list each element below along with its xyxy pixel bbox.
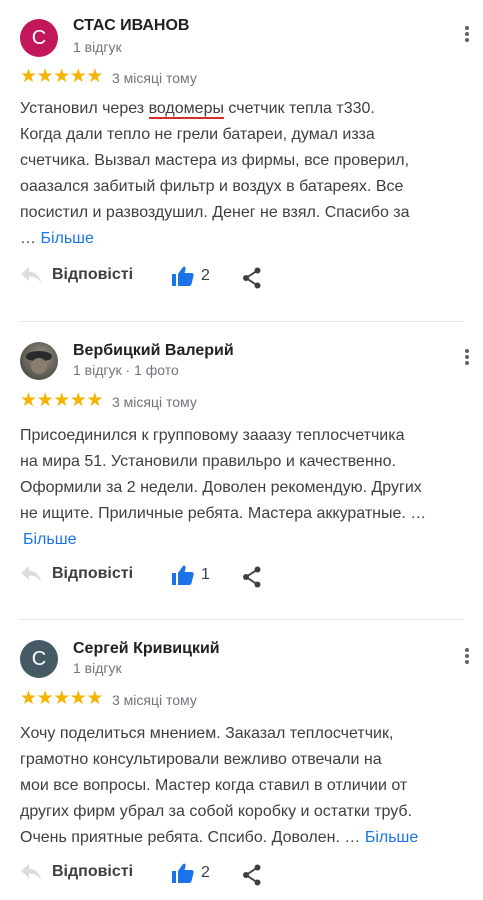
star-icon: ★ (86, 390, 104, 411)
thumbs-up-icon (172, 863, 194, 883)
review-line: Присоединился к групповому зааазу теплос… (20, 427, 405, 444)
star-icon: ★ (53, 688, 71, 709)
review-date: 3 місяці тому (112, 70, 197, 86)
reviewer-name[interactable]: Сергей Кривицкий (73, 640, 220, 658)
like-button[interactable]: 2 (172, 863, 210, 883)
more-options-icon[interactable] (463, 646, 471, 668)
share-icon (243, 267, 261, 289)
reviewer-name[interactable]: Вербицкий Валерий (73, 342, 234, 360)
ellipsis: … (20, 230, 36, 247)
share-icon (243, 566, 261, 588)
review-date: 3 місяці тому (112, 394, 197, 410)
review-date: 3 місяці тому (112, 692, 197, 708)
review-line: Когда дали тепло не грели батареи, думал… (20, 126, 375, 143)
reply-icon (21, 267, 41, 283)
review-line: Хочу поделиться мнением. Заказал теплосч… (20, 725, 394, 742)
review-text: Присоединился к групповому зааазу теплос… (20, 423, 460, 553)
review-line: не ищите. Приличные ребята. Мастера акку… (20, 505, 427, 522)
star-icon: ★ (36, 688, 54, 709)
reply-button[interactable]: Відповісті (20, 863, 133, 881)
avatar[interactable] (20, 342, 58, 380)
reply-label: Відповісті (52, 266, 134, 283)
review-card: С Сергей Кривицкий 1 відгук ★ ★ ★ ★ ★ 3 міся… (0, 620, 483, 900)
reviewer-name[interactable]: СТАС ИВАНОВ (73, 17, 189, 35)
star-icon: ★ (20, 688, 38, 709)
star-icon: ★ (20, 390, 38, 411)
avatar[interactable]: С (20, 19, 58, 57)
like-button[interactable]: 2 (172, 266, 210, 286)
reviewer-meta: 1 відгук (73, 39, 122, 55)
review-line: Оформили за 2 недели. Доволен рекомендую… (20, 479, 422, 496)
star-icon: ★ (36, 66, 54, 87)
like-count: 2 (201, 267, 210, 284)
more-options-icon[interactable] (463, 24, 471, 46)
star-icon: ★ (53, 66, 71, 87)
reply-icon (21, 566, 41, 582)
star-icon: ★ (69, 66, 87, 87)
avatar-letter: С (31, 26, 47, 49)
reply-label: Відповісті (52, 863, 134, 880)
like-button[interactable]: 1 (172, 565, 210, 585)
star-icon: ★ (86, 688, 104, 709)
like-count: 1 (201, 566, 210, 583)
review-text: Хочу поделиться мнением. Заказал теплосч… (20, 721, 460, 851)
star-icon: ★ (36, 390, 54, 411)
review-line: Установил через водомеры счетчик тепла т… (20, 100, 375, 119)
share-button[interactable] (242, 267, 262, 294)
share-button[interactable] (242, 864, 262, 891)
star-rating: ★ ★ ★ ★ ★ (20, 390, 104, 411)
review-line: Очень приятные ребята. Спсибо. Доволен. … (20, 825, 460, 851)
more-link[interactable]: Більше (23, 531, 76, 548)
review-line: других фирм убрал за собой коробку и ост… (20, 803, 413, 820)
review-card: Вербицкий Валерий 1 відгук · 1 фото ★ ★ ★ ★… (0, 322, 483, 618)
review-last-line: Очень приятные ребята. Спсибо. Доволен. … (20, 829, 361, 846)
review-line: на мира 51. Установили правильро и качес… (20, 453, 396, 470)
like-count: 2 (201, 864, 210, 881)
reply-icon (21, 864, 41, 880)
review-line: счетчика. Вызвал мастера из фирмы, все п… (20, 152, 410, 169)
thumbs-up-icon (172, 565, 194, 585)
share-button[interactable] (242, 566, 262, 593)
review-line: … Більше (20, 226, 460, 252)
more-link[interactable]: Більше (40, 230, 93, 247)
review-line: Більше (20, 527, 460, 553)
review-line: посистил и развоздушил. Денег не взял. С… (20, 204, 410, 221)
star-rating: ★ ★ ★ ★ ★ (20, 688, 104, 709)
avatar[interactable]: С (20, 640, 58, 678)
underlined-word: водомеры (148, 100, 224, 119)
reply-button[interactable]: Відповісті (20, 266, 133, 284)
review-text: Установил через водомеры счетчик тепла т… (20, 96, 460, 252)
star-rating: ★ ★ ★ ★ ★ (20, 66, 104, 87)
review-actions: Відповісті 1 (20, 565, 463, 595)
star-icon: ★ (69, 688, 87, 709)
more-options-icon[interactable] (463, 347, 471, 369)
avatar-letter: С (31, 647, 47, 670)
reviewer-meta: 1 відгук (73, 660, 122, 676)
star-icon: ★ (53, 390, 71, 411)
review-line: грамотно консультировали вежливо отвечал… (20, 751, 382, 768)
star-icon: ★ (69, 390, 87, 411)
share-icon (243, 864, 261, 886)
review-actions: Відповісті 2 (20, 863, 463, 893)
review-line: оаазался забитый фильтр и воздух в батар… (20, 178, 404, 195)
more-link[interactable]: Більше (365, 829, 418, 846)
reply-label: Відповісті (52, 565, 134, 582)
reply-button[interactable]: Відповісті (20, 565, 133, 583)
review-actions: Відповісті 2 (20, 266, 463, 296)
star-icon: ★ (20, 66, 38, 87)
review-line: мои все вопросы. Мастер когда ставил в о… (20, 777, 408, 794)
reviewer-meta: 1 відгук · 1 фото (73, 362, 179, 378)
thumbs-up-icon (172, 266, 194, 286)
star-icon: ★ (86, 66, 104, 87)
review-card: С СТАС ИВАНОВ 1 відгук ★ ★ ★ ★ ★ 3 місяці то… (0, 0, 483, 320)
